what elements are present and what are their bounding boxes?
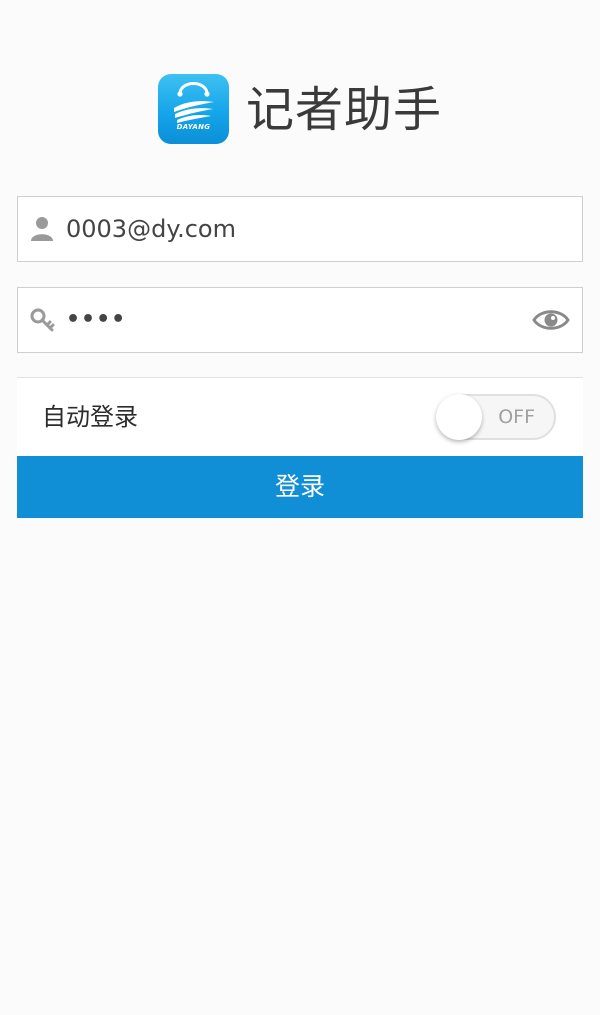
key-icon xyxy=(30,308,55,332)
password-value: •••• xyxy=(66,307,127,332)
eye-icon[interactable] xyxy=(532,306,570,334)
toggle-knob[interactable] xyxy=(436,394,482,440)
app-logo-icon: DAYANG xyxy=(158,74,229,144)
app-title: 记者助手 xyxy=(246,82,443,138)
username-value: 0003@dy.com xyxy=(66,215,236,243)
auto-login-label: 自动登录 xyxy=(42,403,138,431)
shopping-bag-icon xyxy=(174,82,214,123)
app-header: DAYANG 记者助手 xyxy=(0,74,600,146)
user-icon xyxy=(31,217,53,241)
auto-login-row: 自动登录 OFF xyxy=(17,378,583,456)
logo-brand-text: DAYANG xyxy=(176,123,211,131)
username-field[interactable]: 0003@dy.com xyxy=(17,196,583,262)
auto-login-toggle[interactable]: OFF xyxy=(436,394,556,440)
login-button[interactable]: 登录 xyxy=(17,456,583,518)
toggle-state-text: OFF xyxy=(498,406,535,428)
password-field[interactable]: •••• xyxy=(17,287,583,353)
